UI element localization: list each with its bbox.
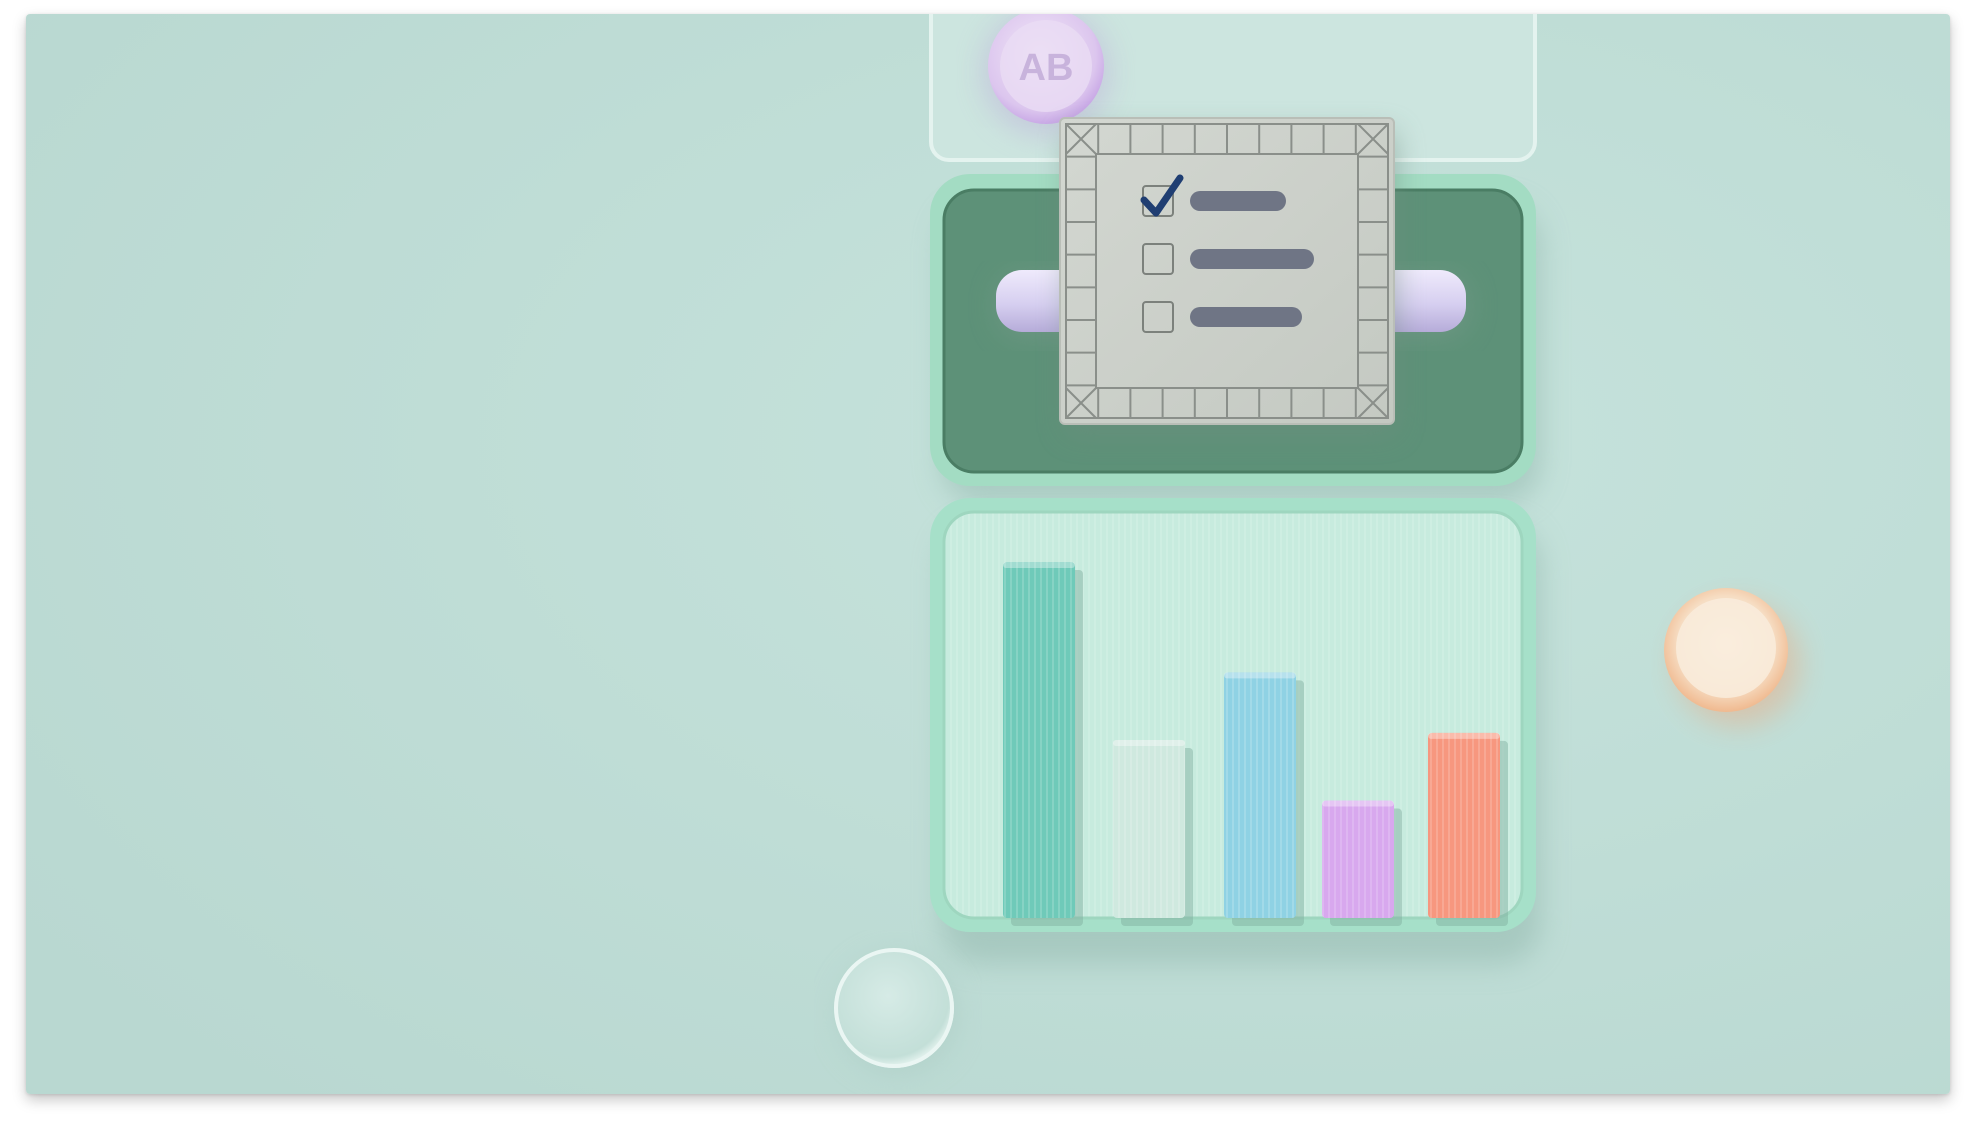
checklist-line: [1190, 191, 1286, 211]
bar-block: [1428, 732, 1508, 926]
bar-block: [1113, 740, 1193, 926]
bar-block: [1322, 800, 1402, 926]
ab-badge-text: AB: [1019, 47, 1074, 89]
bar-block: [1224, 672, 1304, 926]
checklist-card: [1059, 117, 1396, 434]
checklist-line: [1190, 249, 1314, 269]
illustration-frame: AB: [26, 14, 1950, 1094]
checklist-line: [1190, 307, 1302, 327]
dashboard-scene: AB: [26, 14, 1950, 1094]
bar-block: [1003, 562, 1083, 926]
